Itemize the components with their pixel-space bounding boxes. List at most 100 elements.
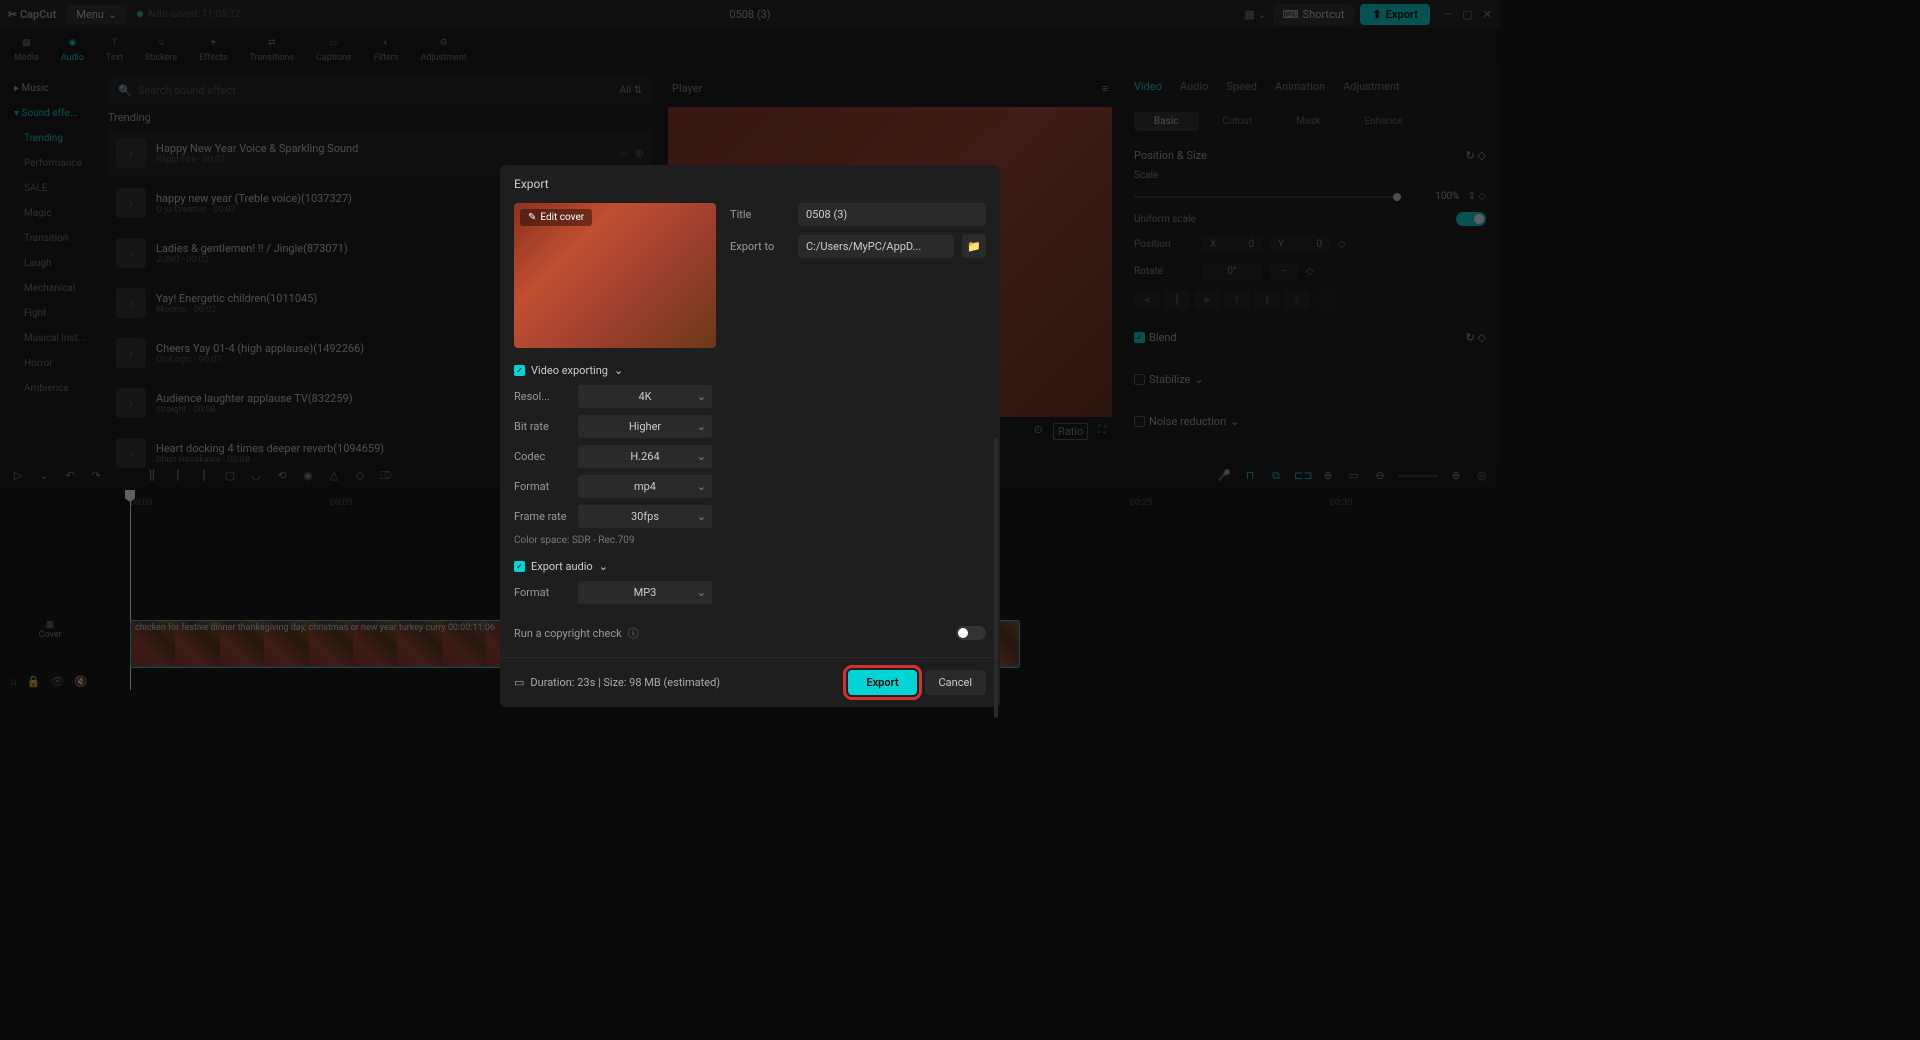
align-vcenter-icon[interactable]: ⫲ <box>1254 290 1280 310</box>
noise-checkbox[interactable] <box>1134 416 1145 427</box>
rotate-input[interactable]: 0° <box>1202 263 1262 280</box>
sidebar-laugh[interactable]: Laugh <box>0 251 100 276</box>
chevron-down-icon[interactable]: ⌄ <box>36 469 52 482</box>
pointer-icon[interactable]: ▷ <box>10 469 26 482</box>
export-button[interactable]: ⬆ Export <box>1360 4 1429 25</box>
redo-icon[interactable]: ↷ <box>88 469 104 482</box>
record-icon[interactable]: ◉ <box>300 469 316 482</box>
scale-slider[interactable] <box>1134 196 1401 198</box>
align-right-icon[interactable]: ⫸ <box>1194 290 1220 310</box>
rtab-adjustment[interactable]: Adjustment <box>1343 80 1400 93</box>
maximize-icon[interactable]: ▢ <box>1462 8 1472 21</box>
copyright-toggle[interactable] <box>956 626 986 640</box>
playhead[interactable] <box>130 490 131 690</box>
sidebar-music[interactable]: ▸ Music <box>0 76 100 101</box>
title-input[interactable] <box>798 203 986 226</box>
layout-icon[interactable]: ▦ ⌄ <box>1244 8 1266 21</box>
star-icon[interactable]: ☆ <box>619 147 629 160</box>
stabilize-checkbox[interactable] <box>1134 374 1145 385</box>
uniform-toggle[interactable] <box>1456 212 1486 226</box>
rtab-animation[interactable]: Animation <box>1275 80 1325 93</box>
tab-filters[interactable]: ◐Filters <box>374 35 399 63</box>
pos-x-input[interactable]: X0 <box>1202 236 1262 253</box>
rotate-icon[interactable]: ◇ <box>352 469 368 482</box>
resolution-select[interactable]: 4K <box>578 385 712 408</box>
zoom-in-icon[interactable]: ⊕ <box>1448 469 1464 482</box>
blend-checkbox[interactable]: ✓ <box>1134 332 1145 343</box>
fit-icon[interactable]: ◎ <box>1474 469 1490 482</box>
tab-captions[interactable]: ▭Captions <box>316 35 352 63</box>
mute-icon[interactable]: 🔇 <box>74 675 88 688</box>
delete-icon[interactable]: ▢ <box>222 469 238 482</box>
lock2-icon[interactable]: 🔒 <box>27 675 41 688</box>
align-dist-icon[interactable]: ⋯ <box>1314 290 1340 310</box>
compare-icon[interactable]: ⊙ <box>1034 423 1043 440</box>
snap-icon[interactable]: ⊏⊐ <box>1294 469 1310 482</box>
tab-text[interactable]: TText <box>106 35 123 63</box>
subtab-cutout[interactable]: Cutout <box>1203 112 1273 131</box>
mirror-icon[interactable]: △ <box>326 469 342 482</box>
preview-icon[interactable]: ⊕ <box>1320 469 1336 482</box>
subtab-basic[interactable]: Basic <box>1134 112 1199 131</box>
sidebar-sale[interactable]: SALE <box>0 176 100 201</box>
sidebar-musical[interactable]: Musical inst... <box>0 326 100 351</box>
edit-cover-button[interactable]: ✎ Edit cover <box>520 209 592 226</box>
rtab-video[interactable]: Video <box>1134 80 1162 93</box>
undo-icon[interactable]: ↶ <box>62 469 78 482</box>
format-select[interactable]: mp4 <box>578 475 712 498</box>
sidebar-fight[interactable]: Fight <box>0 301 100 326</box>
sidebar-magic[interactable]: Magic <box>0 201 100 226</box>
audio-format-select[interactable]: MP3 <box>578 581 712 604</box>
mic-icon[interactable]: 🎤 <box>1216 469 1232 482</box>
tab-effects[interactable]: ✦Effects <box>199 35 227 63</box>
align-top-icon[interactable]: ⫯ <box>1224 290 1250 310</box>
bitrate-select[interactable]: Higher <box>578 415 712 438</box>
align-hcenter-icon[interactable]: ⫿ <box>1164 290 1190 310</box>
magnet-icon[interactable]: ⊓ <box>1242 469 1258 482</box>
mark-icon[interactable]: ◡ <box>248 469 264 482</box>
rtab-audio[interactable]: Audio <box>1180 80 1208 93</box>
tab-stickers[interactable]: ☺Stickers <box>145 35 177 63</box>
align-left-icon[interactable]: ⫷ <box>1134 290 1160 310</box>
cover-button[interactable]: ▦Cover <box>10 620 90 640</box>
cancel-button[interactable]: Cancel <box>925 670 986 695</box>
sidebar-mechanical[interactable]: Mechanical <box>0 276 100 301</box>
eye-icon[interactable]: 👁 <box>50 675 64 688</box>
audio-export-checkbox[interactable]: ✓Export audio ⌄ <box>514 560 986 573</box>
tab-media[interactable]: ▦Media <box>14 35 39 63</box>
split-icon[interactable]: ]‌[ <box>144 469 160 482</box>
reverse-icon[interactable]: ⟲ <box>274 469 290 482</box>
fps-select[interactable]: 30fps <box>578 505 712 528</box>
search-input[interactable]: 🔍 Search sound effect All ⇅ <box>108 78 652 103</box>
sidebar-trending[interactable]: Trending <box>0 126 100 151</box>
split-left-icon[interactable]: [‌ <box>170 469 186 482</box>
export-confirm-button[interactable]: Export <box>848 670 916 695</box>
tab-audio[interactable]: ◉Audio <box>61 35 84 63</box>
scrollbar[interactable] <box>994 438 998 718</box>
path-input[interactable] <box>798 235 954 258</box>
sidebar-performance[interactable]: Performance <box>0 151 100 176</box>
player-menu-icon[interactable]: ≡ <box>1102 82 1108 95</box>
tab-adjustment[interactable]: ⚙Adjustment <box>420 35 466 63</box>
info-icon[interactable]: ⓘ <box>628 625 639 641</box>
sidebar-horror[interactable]: Horror <box>0 351 100 376</box>
link-icon[interactable]: ⧉ <box>1268 469 1284 483</box>
split-right-icon[interactable]: ‌] <box>196 469 212 482</box>
screen-icon[interactable]: ▭ <box>1346 469 1362 482</box>
codec-select[interactable]: H.264 <box>578 445 712 468</box>
video-export-checkbox[interactable]: ✓Video exporting ⌄ <box>514 364 986 377</box>
close-icon[interactable]: ✕ <box>1483 8 1492 21</box>
zoom-out-icon[interactable]: ⊖ <box>1372 469 1388 482</box>
shortcut-button[interactable]: ⌨ Shortcut <box>1273 4 1355 25</box>
tab-transitions[interactable]: ⇄Transitions <box>250 35 295 63</box>
ratio-button[interactable]: Ratio <box>1053 423 1088 440</box>
subtab-enhance[interactable]: Enhance <box>1345 112 1423 131</box>
menu-button[interactable]: Menu ⌄ <box>66 5 127 24</box>
folder-icon[interactable]: 📁 <box>962 234 986 258</box>
rotate-minus[interactable]: − <box>1270 263 1298 280</box>
add-icon[interactable]: ⊕ <box>635 147 644 160</box>
lock-icon[interactable]: ⌂ <box>10 675 17 688</box>
sidebar-transition[interactable]: Transition <box>0 226 100 251</box>
sidebar-sound-effects[interactable]: ▾ Sound effe... <box>0 101 100 126</box>
rtab-speed[interactable]: Speed <box>1226 80 1257 93</box>
